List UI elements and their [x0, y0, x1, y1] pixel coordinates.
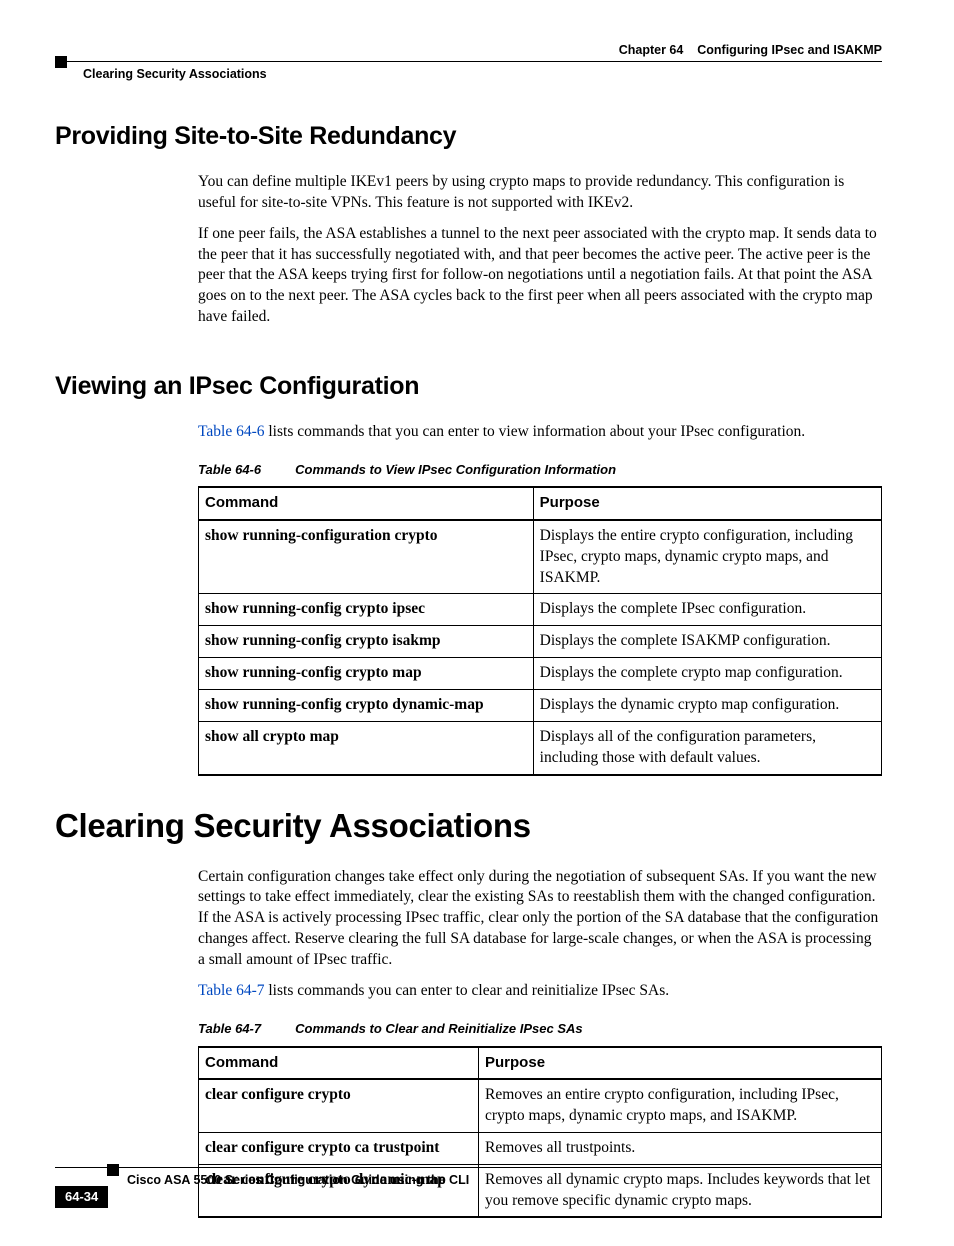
command-cell: clear configure crypto — [199, 1079, 479, 1132]
table-row: show all crypto mapDisplays all of the c… — [199, 722, 882, 775]
table-64-7-caption: Table 64-7 Commands to Clear and Reinitia… — [198, 1020, 882, 1038]
table-ref-link-2[interactable]: Table 64-7 — [198, 982, 265, 999]
purpose-cell: Displays all of the configuration parame… — [533, 722, 881, 775]
section2-body: Table 64-6 lists commands that you can e… — [198, 422, 882, 443]
command-cell: show running-config crypto ipsec — [199, 594, 534, 626]
purpose-cell: Displays the complete crypto map configu… — [533, 658, 881, 690]
header-rule — [55, 61, 882, 62]
table-ref-link[interactable]: Table 64-6 — [198, 423, 265, 440]
table-number-2: Table 64-7 — [198, 1021, 261, 1036]
section3-body: Certain configuration changes take effec… — [198, 867, 882, 1003]
section-heading-clearing: Clearing Security Associations — [55, 804, 882, 849]
table-header-row: Command Purpose — [199, 1047, 882, 1079]
section-heading-redundancy: Providing Site-to-Site Redundancy — [55, 120, 882, 154]
table-row: show running-config crypto mapDisplays t… — [199, 658, 882, 690]
page-footer: Cisco ASA 5500 Series Configuration Guid… — [55, 1167, 882, 1189]
col-purpose: Purpose — [533, 487, 881, 519]
table-title: Commands to View IPsec Configuration Inf… — [295, 462, 616, 477]
col-command: Command — [199, 1047, 479, 1079]
table-row: clear configure crypto ca trustpointRemo… — [199, 1132, 882, 1164]
col-command: Command — [199, 487, 534, 519]
purpose-cell: Displays the dynamic crypto map configur… — [533, 690, 881, 722]
col-purpose: Purpose — [479, 1047, 882, 1079]
decor-square-icon — [55, 56, 67, 68]
section3-intro-rest: lists commands you can enter to clear an… — [265, 982, 670, 999]
table-row: show running-config crypto ipsecDisplays… — [199, 594, 882, 626]
purpose-cell: Displays the complete IPsec configuratio… — [533, 594, 881, 626]
command-cell: clear configure crypto ca trustpoint — [199, 1132, 479, 1164]
table-header-row: Command Purpose — [199, 487, 882, 519]
table-row: show running-configuration cryptoDisplay… — [199, 520, 882, 594]
purpose-cell: Displays the entire crypto configuration… — [533, 520, 881, 594]
command-cell: show running-config crypto dynamic-map — [199, 690, 534, 722]
table-64-6-caption: Table 64-6 Commands to View IPsec Configu… — [198, 461, 882, 479]
table-64-7: Command Purpose clear configure cryptoRe… — [198, 1046, 882, 1219]
breadcrumb: Clearing Security Associations — [83, 66, 882, 83]
table-row: clear configure cryptoRemoves an entire … — [199, 1079, 882, 1132]
section3-intro: Table 64-7 lists commands you can enter … — [198, 981, 882, 1002]
table-title-2: Commands to Clear and Reinitialize IPsec… — [295, 1021, 583, 1036]
section1-body: You can define multiple IKEv1 peers by u… — [198, 172, 882, 328]
breadcrumb-row: Clearing Security Associations — [55, 66, 882, 83]
purpose-cell: Removes an entire crypto configuration, … — [479, 1079, 882, 1132]
page-content: Providing Site-to-Site Redundancy You ca… — [55, 120, 882, 1246]
chapter-info: Chapter 64 Configuring IPsec and ISAKMP — [55, 42, 882, 61]
section1-p2: If one peer fails, the ASA establishes a… — [198, 224, 882, 329]
command-cell: show all crypto map — [199, 722, 534, 775]
command-cell: show running-config crypto isakmp — [199, 626, 534, 658]
chapter-title: Configuring IPsec and ISAKMP — [697, 43, 882, 57]
purpose-cell: Displays the complete ISAKMP configurati… — [533, 626, 881, 658]
decor-square-icon — [107, 1164, 119, 1176]
footer-rule — [55, 1167, 882, 1168]
page-header: Chapter 64 Configuring IPsec and ISAKMP … — [55, 42, 882, 83]
section2-intro: Table 64-6 lists commands that you can e… — [198, 422, 882, 443]
table-64-6: Command Purpose show running-configurati… — [198, 486, 882, 776]
command-cell: show running-config crypto map — [199, 658, 534, 690]
purpose-cell: Removes all trustpoints. — [479, 1132, 882, 1164]
footer-row: Cisco ASA 5500 Series Configuration Guid… — [55, 1172, 882, 1189]
table-row: show running-config crypto isakmpDisplay… — [199, 626, 882, 658]
table-number: Table 64-6 — [198, 462, 261, 477]
command-cell: show running-configuration crypto — [199, 520, 534, 594]
page-number: 64-34 — [55, 1186, 108, 1208]
section3-p1: Certain configuration changes take effec… — [198, 867, 882, 972]
section1-p1: You can define multiple IKEv1 peers by u… — [198, 172, 882, 214]
section2-intro-rest: lists commands that you can enter to vie… — [265, 423, 806, 440]
doc-title: Cisco ASA 5500 Series Configuration Guid… — [127, 1172, 882, 1189]
section-heading-viewing: Viewing an IPsec Configuration — [55, 370, 882, 404]
table-row: show running-config crypto dynamic-mapDi… — [199, 690, 882, 722]
chapter-label: Chapter 64 — [619, 43, 684, 57]
